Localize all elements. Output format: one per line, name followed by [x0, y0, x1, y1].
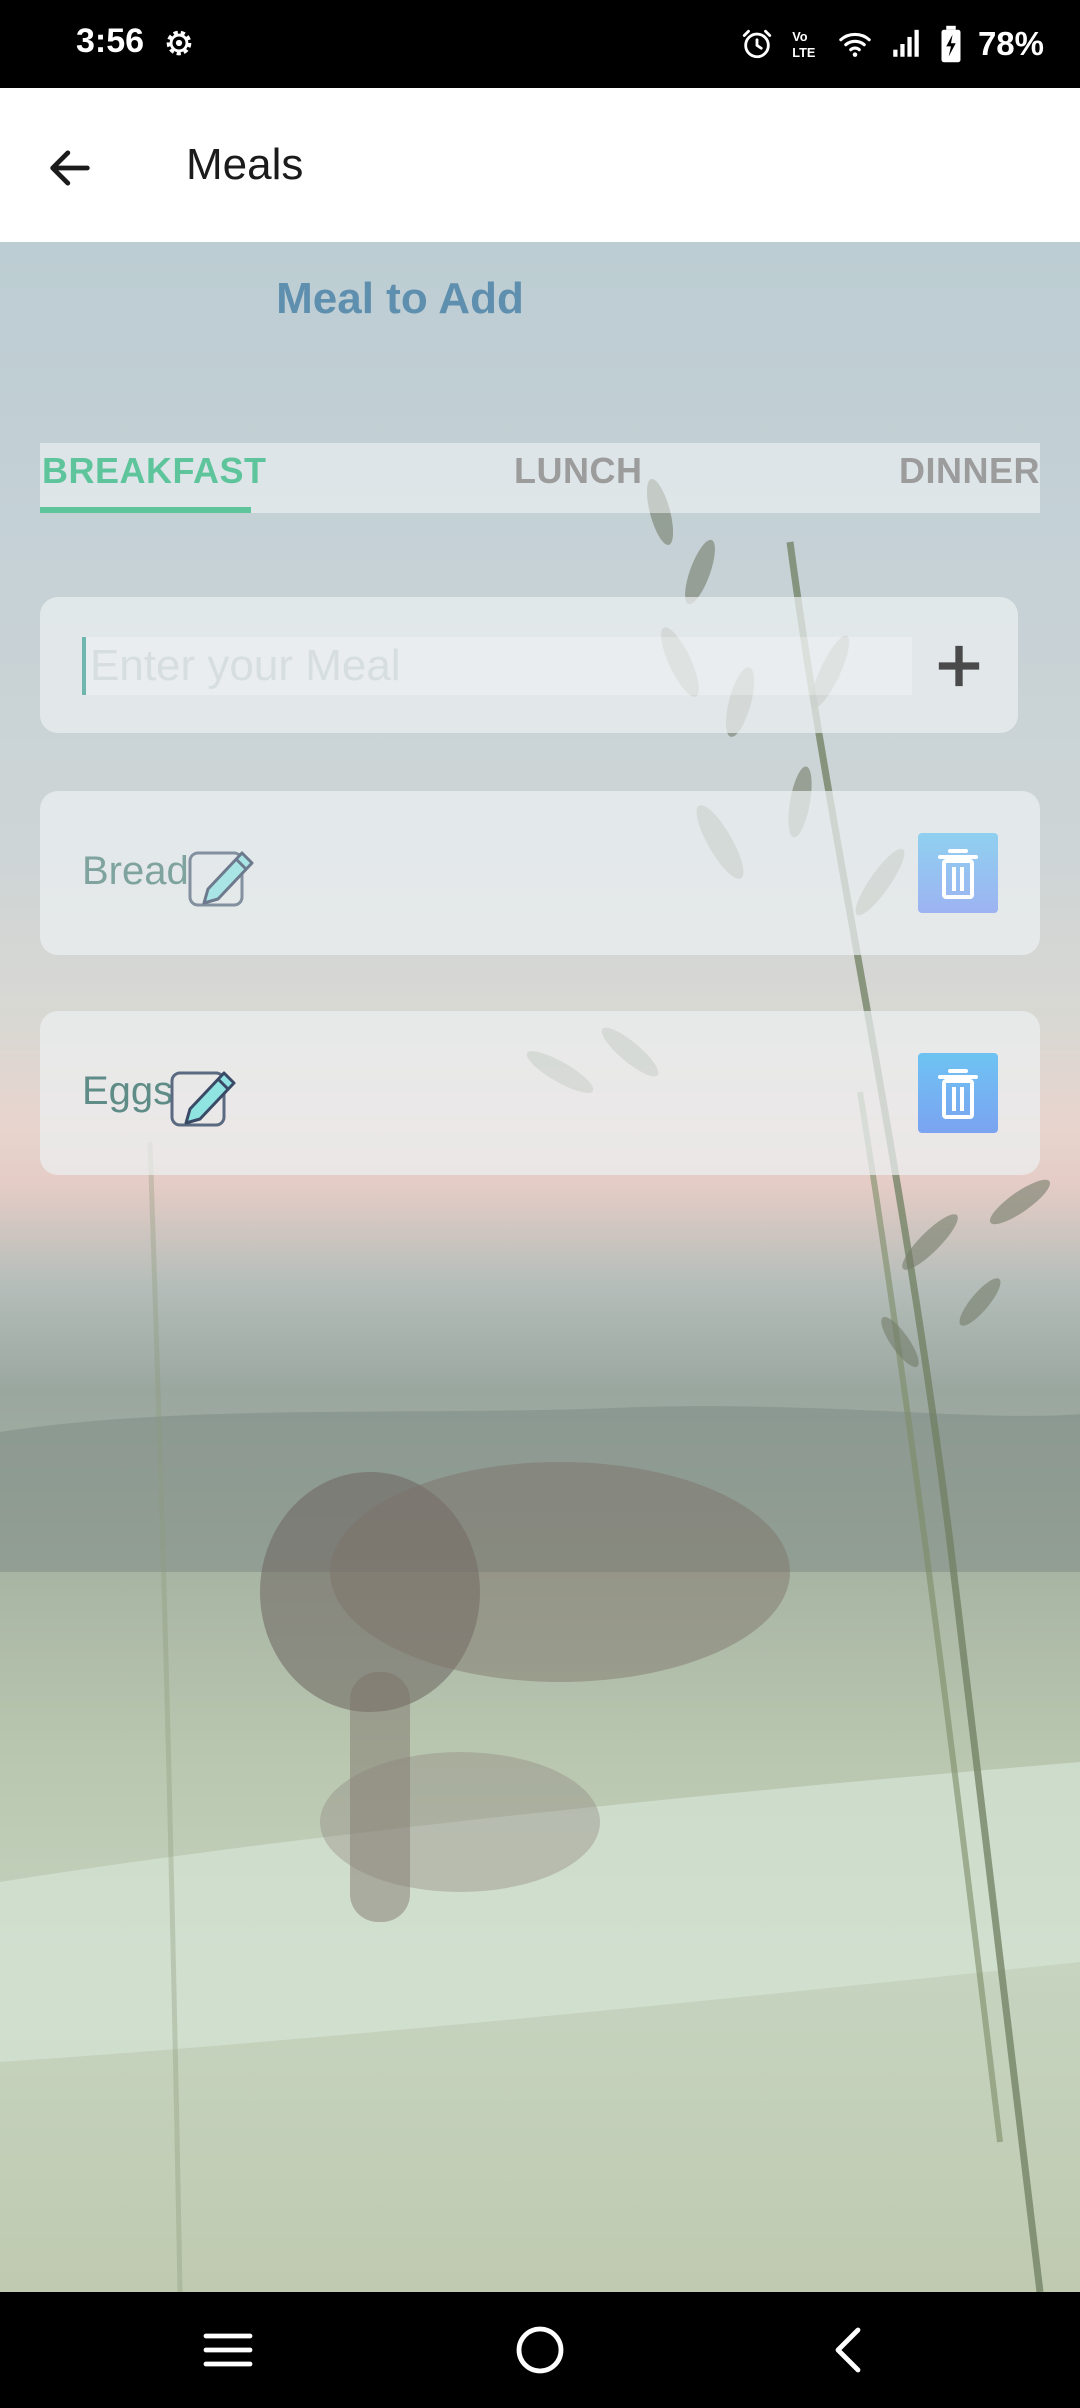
delete-meal-button[interactable]	[918, 833, 998, 913]
volte-icon: Vo LTE	[792, 29, 815, 60]
plus-icon	[938, 645, 980, 687]
add-meal-button[interactable]	[928, 635, 990, 697]
home-button[interactable]	[500, 2310, 580, 2390]
gear-icon	[166, 30, 192, 56]
tab-lunch[interactable]: LUNCH	[514, 443, 642, 513]
recents-button[interactable]	[188, 2310, 268, 2390]
status-time: 3:56	[76, 22, 145, 60]
app-bar: Meals	[0, 88, 1080, 242]
status-bar: 3:56 Vo LTE 78%	[0, 0, 1080, 88]
page-title: Meals	[186, 140, 304, 189]
meal-type-tabs: BREAKFAST LUNCH DINNER	[40, 443, 1040, 513]
screen: 3:56 Vo LTE 78% Meals Meal to Add BREAKF…	[0, 0, 1080, 2408]
meal-input[interactable]	[82, 637, 912, 695]
edit-pencil-icon	[170, 1071, 236, 1127]
meal-name: Eggs	[82, 1069, 174, 1113]
tab-breakfast[interactable]: BREAKFAST	[42, 443, 266, 513]
status-icons: Vo LTE 78%	[740, 20, 1044, 68]
edit-meal-button[interactable]	[186, 839, 256, 909]
navigation-bar	[0, 2292, 1080, 2408]
svg-text:LTE: LTE	[792, 45, 815, 60]
meal-name: Bread	[82, 849, 189, 893]
background-image	[0, 242, 1080, 2292]
meal-input-card	[40, 597, 1018, 733]
back-button[interactable]	[30, 128, 110, 208]
edit-pencil-icon	[188, 851, 254, 907]
home-icon	[516, 2326, 564, 2374]
system-back-button[interactable]	[808, 2310, 888, 2390]
tab-dinner[interactable]: DINNER	[899, 443, 1040, 513]
wifi-icon	[839, 32, 871, 57]
arrow-left-icon	[50, 150, 90, 186]
background-scene	[0, 479, 1080, 2292]
meal-item: Bread	[40, 791, 1040, 955]
signal-icon	[893, 29, 919, 57]
svg-text:Vo: Vo	[792, 29, 808, 44]
back-icon	[835, 2327, 861, 2373]
recents-icon	[203, 2333, 253, 2367]
trash-icon	[938, 849, 978, 899]
trash-icon	[938, 1069, 978, 1119]
delete-meal-button[interactable]	[918, 1053, 998, 1133]
alarm-icon	[742, 29, 772, 59]
battery-percent: 78%	[977, 25, 1044, 62]
edit-meal-button[interactable]	[168, 1059, 238, 1129]
tab-indicator	[40, 507, 251, 513]
section-heading: Meal to Add	[276, 274, 524, 323]
battery-charging-icon	[941, 25, 961, 63]
meal-item: Eggs	[40, 1011, 1040, 1175]
